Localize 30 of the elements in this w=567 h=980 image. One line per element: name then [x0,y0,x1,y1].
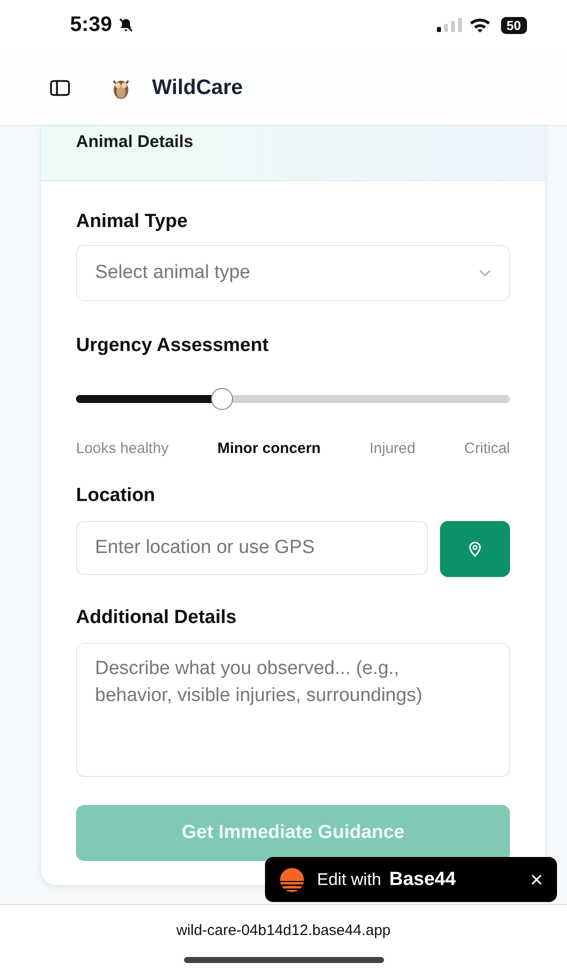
urgency-slider[interactable] [76,388,510,410]
sunset-logo-icon [279,866,305,892]
chevron-down-icon [479,269,491,277]
slider-thumb[interactable] [210,388,233,410]
battery-indicator: 50 [500,16,527,34]
sidebar-toggle-icon[interactable] [50,80,70,96]
wifi-icon [468,17,491,33]
close-icon[interactable]: × [530,866,543,892]
muted-bell-icon [118,17,134,33]
badge-brand: Base44 [389,868,456,890]
urgency-option[interactable]: Critical [464,440,510,457]
field-label: Additional Details [76,607,238,629]
card-title: Animal Details [76,132,194,152]
status-time: 5:39 [70,13,112,37]
edit-with-badge[interactable]: Edit with Base44 × [265,857,557,902]
details-textarea[interactable]: Describe what you observed... (e.g., behavior, visible injuries, surroundings) [76,643,510,777]
field-label: Urgency Assessment [76,335,270,357]
urgency-option[interactable]: Minor concern [217,440,321,457]
app-title: WildCare [152,76,243,100]
signal-icon [436,18,463,32]
location-input[interactable]: Enter location or use GPS [76,521,428,575]
url-text[interactable]: wild-care-04b14d12.base44.app [176,922,391,939]
urgency-option[interactable]: Looks healthy [76,440,169,457]
gps-button[interactable] [440,521,510,577]
field-label: Animal Type [76,211,189,233]
badge-text: Edit with [317,870,382,890]
animal-type-select[interactable]: Select animal type [76,245,510,301]
field-label: Location [76,485,156,507]
location-pin-icon [468,541,482,557]
urgency-option[interactable]: Injured [370,440,416,457]
